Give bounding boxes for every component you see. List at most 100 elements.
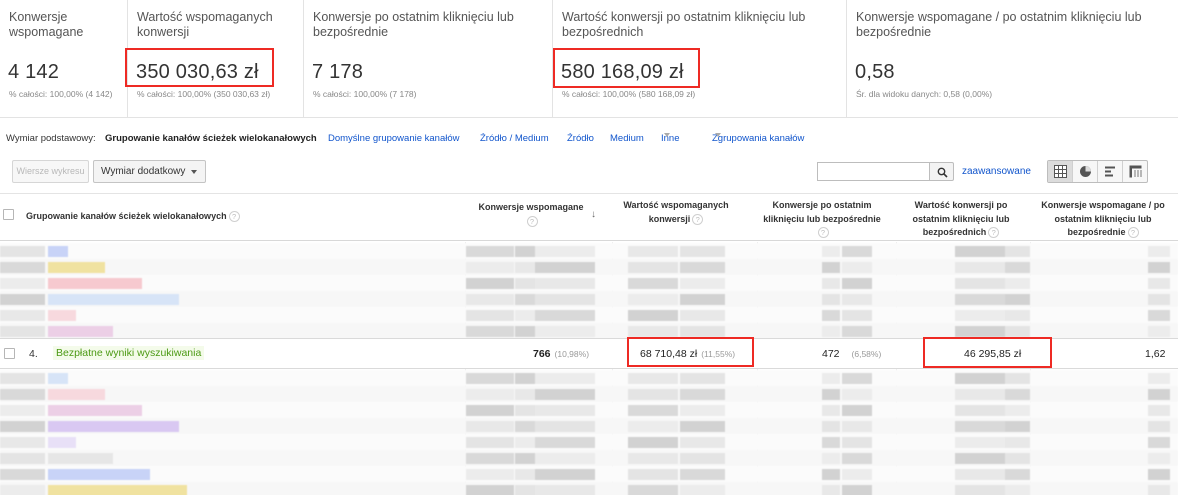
column-header-last-click-conversions[interactable]: Konwersje po ostatnim kliknięciu lub bez… xyxy=(752,199,892,240)
redacted-cell xyxy=(822,278,840,289)
column-header-assisted-conversions[interactable]: Konwersje wspomagane ? xyxy=(466,201,596,228)
column-header-label: Konwersje wspomagane xyxy=(478,202,584,212)
redacted-cell xyxy=(822,246,840,257)
dimension-mcf-channel-grouping[interactable]: Grupowanie kanałów ścieżek wielokanałowy… xyxy=(105,133,317,144)
redacted-cell xyxy=(466,373,514,384)
dimension-default-channel-grouping[interactable]: Domyślne grupowanie kanałów xyxy=(328,133,460,144)
redacted-cell xyxy=(48,421,179,432)
select-all-checkbox[interactable] xyxy=(3,209,14,220)
view-bar-button[interactable] xyxy=(1098,161,1123,182)
redacted-cell xyxy=(466,405,514,416)
view-pie-button[interactable] xyxy=(1073,161,1098,182)
help-icon[interactable]: ? xyxy=(1127,227,1139,239)
column-header-last-click-value[interactable]: Wartość konwersji po ostatnim kliknięciu… xyxy=(900,199,1022,240)
scorecard-subtext: % całości: 100,00% (7 178) xyxy=(313,89,417,99)
help-icon[interactable]: ? xyxy=(526,215,538,227)
redacted-cell xyxy=(466,389,514,400)
help-icon[interactable]: ? xyxy=(228,211,240,223)
redacted-cell xyxy=(535,453,595,464)
redacted-row xyxy=(0,307,1178,323)
help-icon[interactable]: ? xyxy=(692,213,704,225)
redacted-cell xyxy=(535,485,595,495)
redacted-cell xyxy=(1005,469,1030,480)
redacted-cell xyxy=(48,278,142,289)
redacted-cell xyxy=(0,246,45,257)
redacted-cell xyxy=(466,246,514,257)
redacted-cell xyxy=(628,469,678,480)
cell-percent: (11,55%) xyxy=(701,349,736,359)
redacted-cell xyxy=(822,326,840,337)
redacted-cell xyxy=(0,405,45,416)
view-pivot-button[interactable] xyxy=(1123,161,1148,182)
redacted-cell xyxy=(842,485,872,495)
help-icon[interactable]: ? xyxy=(817,227,829,239)
redacted-cell xyxy=(535,469,595,480)
redacted-cell xyxy=(0,389,45,400)
redacted-cell xyxy=(955,421,1005,432)
sort-desc-icon[interactable]: ↓ xyxy=(591,209,596,220)
redacted-cell xyxy=(48,469,150,480)
column-header-label: Konwersje po ostatnim kliknięciu lub bez… xyxy=(763,200,881,224)
dimension-source[interactable]: Źródło xyxy=(567,133,594,144)
table-row[interactable]: 4. Bezpłatne wyniki wyszukiwania 766 (10,… xyxy=(0,338,1178,369)
dimension-source-medium[interactable]: Źródło / Medium xyxy=(480,133,549,144)
plot-rows-button[interactable]: Wiersze wykresu xyxy=(12,160,89,183)
search-icon xyxy=(937,167,948,178)
redacted-cell xyxy=(466,437,514,448)
scorecard-last-click-conversions[interactable]: Konwersje po ostatnim kliknięciu lub bez… xyxy=(304,0,553,118)
channel-link[interactable]: Bezpłatne wyniki wyszukiwania xyxy=(53,346,205,360)
pivot-view-icon xyxy=(1129,165,1142,178)
search-button[interactable] xyxy=(929,162,954,181)
redacted-cell xyxy=(1005,278,1030,289)
redacted-row xyxy=(0,323,1178,339)
chevron-down-icon xyxy=(664,133,670,137)
scorecard-assisted-value[interactable]: Wartość wspomaganych konwersji 350 030,6… xyxy=(128,0,304,118)
scorecard-assisted-conversions[interactable]: Konwersje wspomagane 4 142 % całości: 10… xyxy=(0,0,128,118)
view-table-button[interactable] xyxy=(1048,161,1073,182)
redacted-cell xyxy=(955,469,1005,480)
row-checkbox[interactable] xyxy=(4,348,15,359)
secondary-dimension-dropdown[interactable]: Wymiar dodatkowy xyxy=(93,160,206,183)
redacted-cell xyxy=(1005,405,1030,416)
redacted-row xyxy=(0,259,1178,275)
redacted-cell xyxy=(955,437,1005,448)
redacted-cell xyxy=(1005,373,1030,384)
help-icon[interactable]: ? xyxy=(988,227,1000,239)
dimension-medium[interactable]: Medium xyxy=(610,133,644,144)
redacted-cell xyxy=(515,453,535,464)
redacted-cell xyxy=(1148,437,1170,448)
redacted-cell xyxy=(535,326,595,337)
scorecard-ratio[interactable]: Konwersje wspomagane / po ostatnim klikn… xyxy=(847,0,1178,118)
chevron-down-icon xyxy=(191,170,197,174)
table-search-input[interactable] xyxy=(817,162,930,181)
redacted-row xyxy=(0,402,1178,418)
redacted-cell xyxy=(680,326,725,337)
redacted-cell xyxy=(822,437,840,448)
assisted-conversions-cell: 766 (10,98%) xyxy=(533,348,589,360)
redacted-cell xyxy=(842,246,872,257)
redacted-cell xyxy=(1148,294,1170,305)
pie-view-icon xyxy=(1080,166,1091,177)
redacted-cell xyxy=(842,373,872,384)
redacted-cell xyxy=(0,310,45,321)
redacted-cell xyxy=(466,469,514,480)
scorecard-last-click-value[interactable]: Wartość konwersji po ostatnim kliknięciu… xyxy=(553,0,847,118)
redacted-cell xyxy=(628,262,678,273)
column-header-ratio[interactable]: Konwersje wspomagane / po ostatnim klikn… xyxy=(1034,199,1172,240)
redacted-cell xyxy=(1148,453,1170,464)
redacted-row xyxy=(0,370,1178,386)
bar-view-icon xyxy=(1105,166,1115,177)
dimension-column-header[interactable]: Grupowanie kanałów ścieżek wielokanałowy… xyxy=(26,211,240,223)
redacted-cell xyxy=(1148,310,1170,321)
column-header-assisted-value[interactable]: Wartość wspomaganych konwersji? xyxy=(610,199,742,226)
advanced-filter-link[interactable]: zaawansowane xyxy=(962,166,1031,177)
redacted-cell xyxy=(680,469,725,480)
assisted-value-cell: 68 710,48 zł (11,55%) xyxy=(640,348,735,360)
redacted-cell xyxy=(0,373,45,384)
redacted-cell xyxy=(48,310,76,321)
redacted-cell xyxy=(842,278,872,289)
redacted-cell xyxy=(1148,278,1170,289)
redacted-cell xyxy=(48,373,68,384)
redacted-cell xyxy=(955,262,1005,273)
redacted-cell xyxy=(48,453,113,464)
